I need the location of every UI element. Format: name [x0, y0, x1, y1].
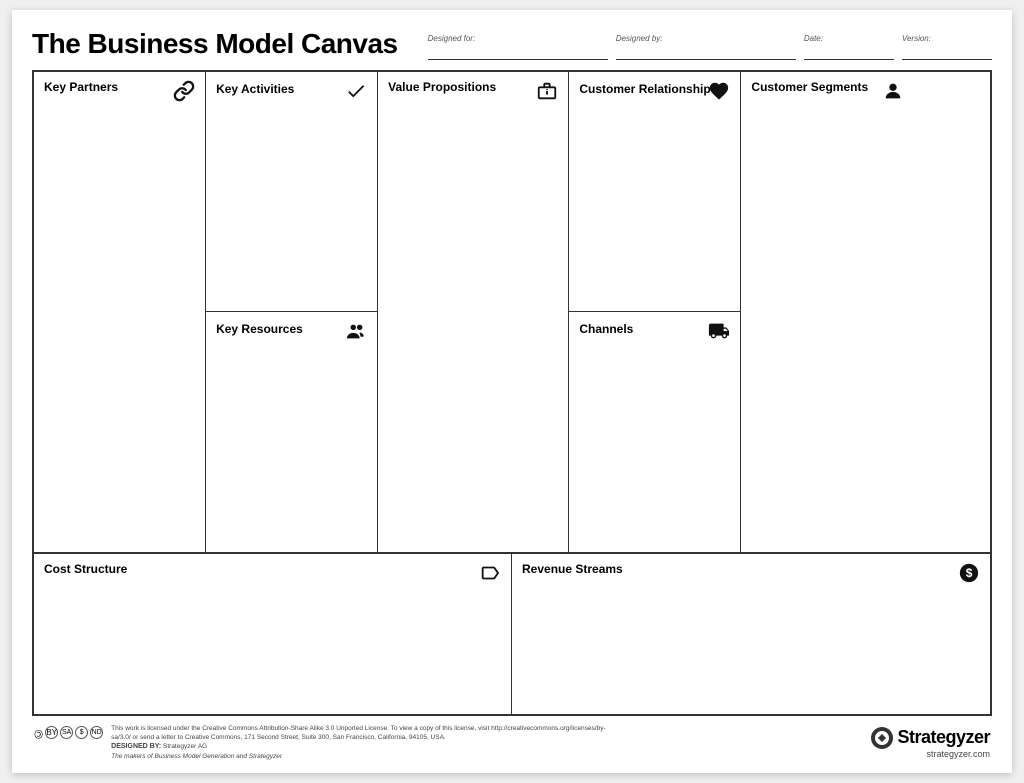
version-value[interactable] — [902, 45, 992, 59]
designed-for-value[interactable] — [428, 45, 608, 59]
strategyzer-brand-icon — [871, 727, 893, 749]
channels-label: Channels — [579, 322, 633, 336]
top-header: The Business Model Canvas Designed for: … — [32, 28, 992, 60]
date-field[interactable]: Date: — [804, 34, 894, 60]
license-text: This work is licensed under the Creative… — [111, 725, 605, 741]
key-resources-label: Key Resources — [216, 322, 303, 336]
value-propositions-icon — [536, 80, 558, 107]
channels-icon — [708, 320, 730, 347]
strategyzer-brand-name: Strategyzer — [897, 727, 990, 748]
strategyzer-url: strategyzer.com — [926, 749, 990, 759]
key-partners-cell[interactable]: Key Partners — [34, 72, 206, 552]
revenue-streams-cell[interactable]: Revenue Streams $ — [512, 554, 990, 714]
footer-right: Strategyzer strategyzer.com — [871, 727, 990, 759]
designed-for-label: Designed for: — [428, 34, 608, 43]
version-label: Version: — [902, 34, 992, 43]
main-title: The Business Model Canvas — [32, 28, 398, 60]
customer-relationships-icon — [708, 80, 730, 107]
strategyzer-logo: Strategyzer — [871, 727, 990, 749]
key-resources-cell[interactable]: Key Resources — [206, 312, 377, 552]
cr-channels-column: Customer Relationships Channels — [569, 72, 741, 552]
cost-structure-icon — [479, 562, 501, 589]
customer-segments-cell[interactable]: Customer Segments — [741, 72, 913, 552]
revenue-streams-icon: $ — [958, 562, 980, 589]
cost-structure-label: Cost Structure — [44, 562, 501, 576]
key-activities-cell[interactable]: Key Activities — [206, 72, 377, 312]
cc-sa-icon: SA — [60, 726, 73, 739]
key-resources-icon — [345, 320, 367, 347]
version-field[interactable]: Version: — [902, 34, 992, 60]
cc-nd-icon: ND — [90, 726, 103, 739]
canvas-bottom: Cost Structure Revenue Streams $ — [34, 554, 990, 714]
value-propositions-label: Value Propositions — [388, 80, 558, 94]
svg-text:$: $ — [966, 566, 973, 580]
business-model-canvas-page: The Business Model Canvas Designed for: … — [12, 10, 1012, 773]
cc-by-icon: BY — [45, 726, 58, 739]
key-activities-label: Key Activities — [216, 82, 294, 96]
activities-resources-column: Key Activities Key Resources — [206, 72, 378, 552]
customer-relationships-cell[interactable]: Customer Relationships — [569, 72, 740, 312]
cost-structure-cell[interactable]: Cost Structure — [34, 554, 512, 714]
date-label: Date: — [804, 34, 894, 43]
channels-cell[interactable]: Channels — [569, 312, 740, 552]
footer-left: 🄯 BY SA $ ND This work is licensed under… — [34, 724, 611, 761]
footer-designed-by-label: DESIGNED BY: — [111, 743, 161, 750]
footer: 🄯 BY SA $ ND This work is licensed under… — [32, 724, 992, 761]
footer-designed-by-value: Strategyzer AG — [163, 743, 207, 750]
date-value[interactable] — [804, 45, 894, 59]
cc-nc-icon: $ — [75, 726, 88, 739]
designed-by-label: Designed by: — [616, 34, 796, 43]
value-propositions-cell[interactable]: Value Propositions — [378, 72, 569, 552]
canvas-main: Key Partners Key Activities — [34, 72, 990, 554]
footer-tagline: The makers of Business Model Generation … — [111, 753, 282, 760]
footer-text: This work is licensed under the Creative… — [111, 724, 611, 761]
customer-relationships-label: Customer Relationships — [579, 82, 717, 96]
designed-for-field[interactable]: Designed for: — [428, 34, 608, 60]
key-activities-icon — [345, 80, 367, 107]
key-partners-icon — [173, 80, 195, 107]
canvas: Key Partners Key Activities — [32, 70, 992, 716]
customer-segments-icon — [882, 80, 904, 107]
revenue-streams-label: Revenue Streams — [522, 562, 980, 576]
cc-icons: 🄯 BY SA $ ND — [34, 726, 103, 742]
header-fields: Designed for: Designed by: Date: Version… — [428, 34, 992, 60]
designed-by-value[interactable] — [616, 45, 796, 59]
designed-by-field[interactable]: Designed by: — [616, 34, 796, 60]
cc-icon: 🄯 — [34, 726, 43, 742]
